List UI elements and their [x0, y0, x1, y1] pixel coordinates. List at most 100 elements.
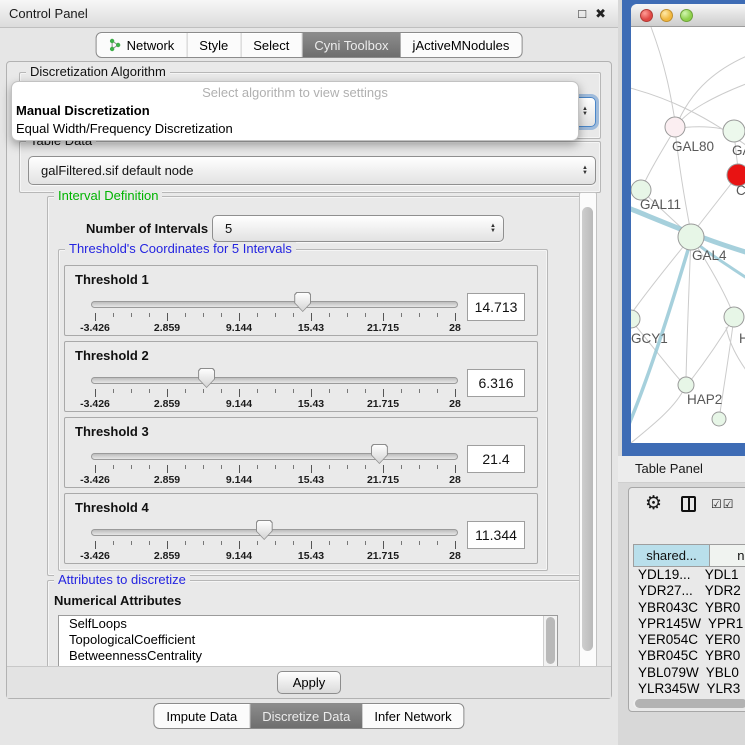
close-traffic-light-icon[interactable] — [640, 9, 653, 22]
control-panel-scrollbar[interactable] — [579, 192, 597, 690]
network-node[interactable] — [665, 117, 685, 137]
table-row[interactable]: YBR043CYBR0 — [633, 600, 745, 616]
numerical-attributes-list[interactable]: SelfLoopsTopologicalCoefficientBetweenne… — [58, 615, 558, 667]
threshold-panel: Threshold 4-3.4262.8599.14415.4321.71528… — [64, 493, 538, 564]
zoom-traffic-light-icon[interactable] — [680, 9, 693, 22]
node-label: GAL4 — [692, 248, 727, 263]
list-item[interactable]: TopologicalCoefficient — [59, 632, 557, 648]
num-intervals-combobox[interactable]: 5 ▲▼ — [212, 215, 504, 242]
table-row[interactable]: YBL079WYBL0 — [633, 665, 745, 681]
cell-name: YER0 — [698, 632, 745, 648]
column-header-shared-name[interactable]: shared... — [633, 544, 710, 567]
control-panel-scrollbar-thumb[interactable] — [582, 207, 593, 651]
slider-tick-label: 28 — [427, 398, 483, 410]
network-node[interactable] — [678, 224, 704, 250]
threshold-value-field[interactable]: 21.4 — [467, 445, 525, 473]
slider-thumb[interactable] — [198, 368, 215, 388]
slider-tick — [365, 465, 366, 469]
tab-impute-data[interactable]: Impute Data — [154, 704, 250, 728]
slider-track[interactable] — [91, 377, 458, 384]
table-row[interactable]: YPR145WYPR1 — [633, 616, 745, 632]
tab-network[interactable]: Network — [97, 33, 188, 57]
slider-tick — [131, 465, 132, 469]
threshold-value-field[interactable]: 14.713 — [467, 293, 525, 321]
split-columns-icon[interactable] — [681, 496, 696, 512]
table-row[interactable]: YBR045CYBR0 — [633, 648, 745, 664]
node-label: HAP2 — [687, 392, 722, 407]
tab-style[interactable]: Style — [187, 33, 241, 57]
algorithm-option-equal-width-frequency-discretization[interactable]: Equal Width/Frequency Discretization — [12, 120, 578, 138]
table-hscrollbar[interactable] — [633, 699, 745, 708]
checkbox-icons[interactable]: ☑☑ — [711, 497, 735, 511]
network-view-window: GAL80GACGAL11GAL4GCY1HHAP2 — [622, 0, 745, 456]
algorithm-option-manual-discretization[interactable]: Manual Discretization — [12, 102, 578, 120]
minimize-traffic-light-icon[interactable] — [660, 9, 673, 22]
slider-tick — [455, 541, 456, 549]
list-scrollbar[interactable] — [543, 616, 557, 666]
apply-button[interactable]: Apply — [277, 671, 341, 694]
table-row[interactable]: YDR27...YDR2 — [633, 583, 745, 599]
network-node[interactable] — [723, 120, 745, 142]
slider-tick — [239, 465, 240, 473]
slider-tick — [293, 541, 294, 545]
slider-tick-label: 15.43 — [283, 550, 339, 562]
network-node[interactable] — [678, 377, 694, 393]
tab-jactivemnodules[interactable]: jActiveMNodules — [401, 33, 522, 57]
tab-label: Cyni Toolbox — [314, 38, 388, 53]
slider-thumb[interactable] — [256, 520, 273, 540]
table-data-combobox[interactable]: galFiltered.sif default node ▲▼ — [28, 156, 596, 185]
tab-label: Infer Network — [374, 709, 451, 724]
slider-tick — [347, 465, 348, 469]
slider-tick — [311, 389, 312, 397]
list-scrollbar-thumb[interactable] — [546, 617, 555, 664]
table-panel-toolbar: ⚙ ☑☑ — [629, 488, 745, 522]
table-row[interactable]: YDL19...YDL1 — [633, 567, 745, 583]
table-hscrollbar-thumb[interactable] — [635, 699, 745, 708]
tab-select[interactable]: Select — [241, 33, 302, 57]
network-window-titlebar[interactable] — [631, 4, 745, 27]
threshold-value-field[interactable]: 11.344 — [467, 521, 525, 549]
thresholds-group: Threshold's Coordinates for 5 Intervals … — [58, 249, 548, 571]
table-row[interactable]: YLR345WYLR3 — [633, 681, 745, 697]
close-window-icon[interactable]: ✖ — [595, 6, 606, 22]
slider-tick — [383, 389, 384, 397]
threshold-value-field[interactable]: 6.316 — [467, 369, 525, 397]
cell-name: YDL1 — [698, 567, 745, 583]
network-node[interactable] — [631, 310, 640, 328]
threshold-panel: Threshold 3-3.4262.8599.14415.4321.71528… — [64, 417, 538, 488]
threshold-panel: Threshold 2-3.4262.8599.14415.4321.71528… — [64, 341, 538, 412]
list-item[interactable]: BetweennessCentrality — [59, 648, 557, 664]
slider-tick — [113, 389, 114, 393]
network-node[interactable] — [712, 412, 726, 426]
tab-discretize-data[interactable]: Discretize Data — [250, 704, 362, 728]
num-intervals-value: 5 — [225, 221, 232, 236]
tab-infer-network[interactable]: Infer Network — [362, 704, 463, 728]
slider-track[interactable] — [91, 529, 458, 536]
slider-tick — [257, 465, 258, 469]
slider-tick — [365, 541, 366, 545]
network-canvas[interactable]: GAL80GACGAL11GAL4GCY1HHAP2 — [631, 27, 745, 443]
discretization-algorithm-group-title: Discretization Algorithm — [26, 65, 170, 79]
slider-tick — [365, 389, 366, 393]
slider-tick-label: -3.426 — [67, 550, 123, 562]
slider-tick-label: 15.43 — [283, 474, 339, 486]
threshold-label: Threshold 4 — [75, 500, 149, 515]
control-panel: Control Panel □ ✖ NetworkStyleSelectCyni… — [0, 0, 618, 745]
slider-thumb[interactable] — [371, 444, 388, 464]
slider-tick — [113, 313, 114, 317]
slider-track[interactable] — [91, 453, 458, 460]
list-item[interactable]: SelfLoops — [59, 616, 557, 632]
slider-track[interactable] — [91, 301, 458, 308]
tab-cyni-toolbox[interactable]: Cyni Toolbox — [302, 33, 400, 57]
node-label: H — [739, 331, 745, 346]
slider-tick-label: 15.43 — [283, 398, 339, 410]
slider-tick-label: 9.144 — [211, 322, 267, 334]
float-window-icon[interactable]: □ — [578, 6, 586, 21]
table-row[interactable]: YER054CYER0 — [633, 632, 745, 648]
column-header-name[interactable]: na — [710, 544, 745, 567]
slider-tick — [311, 313, 312, 321]
gear-icon[interactable]: ⚙ — [645, 492, 662, 515]
slider-tick — [167, 313, 168, 321]
slider-thumb[interactable] — [294, 292, 311, 312]
network-node[interactable] — [724, 307, 744, 327]
